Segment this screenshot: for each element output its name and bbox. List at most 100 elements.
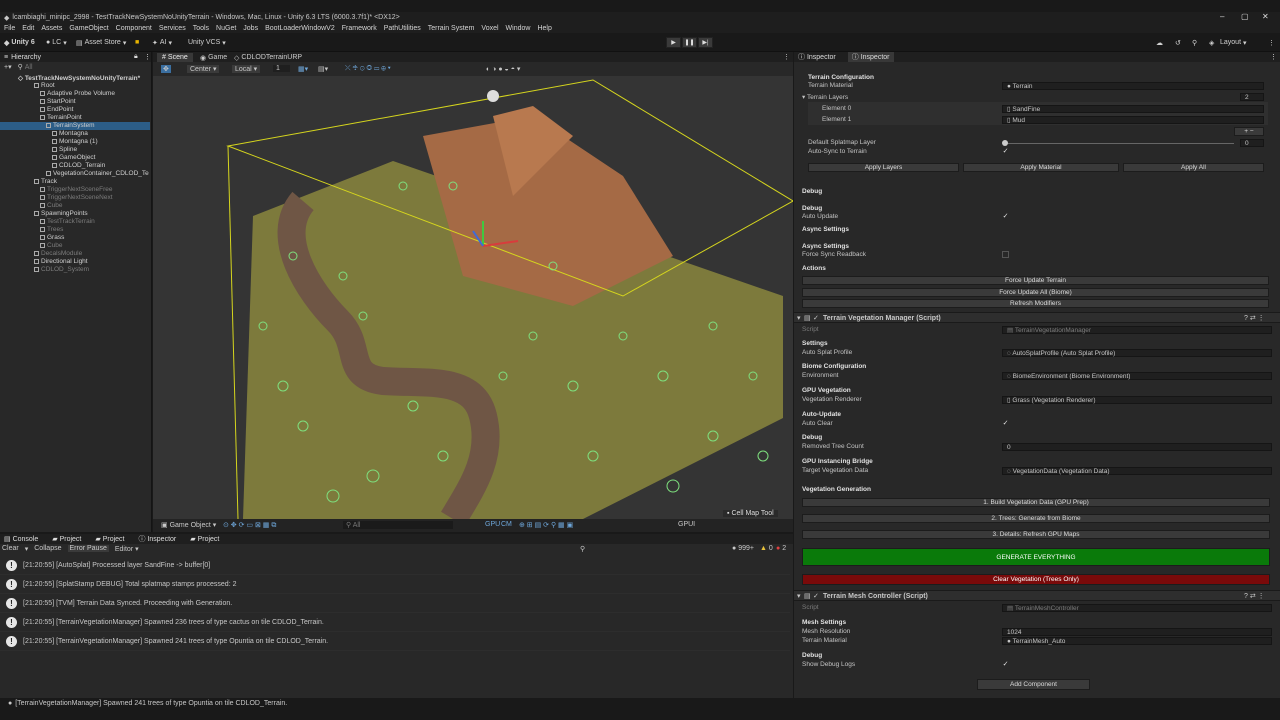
- menu-assets[interactable]: Assets: [41, 25, 62, 32]
- console-log-row[interactable]: ! [21:20:55] [TerrainVegetationManager] S…: [0, 632, 790, 651]
- tab-cdlod[interactable]: ◇ CDLODTerrainURP: [229, 53, 307, 62]
- hierarchy-item-terrainsystem[interactable]: TerrainSystem: [0, 122, 150, 130]
- history-icon[interactable]: ↺: [1175, 37, 1181, 48]
- element1-field[interactable]: ▯ Mud: [1002, 116, 1264, 124]
- component-menu-icons[interactable]: ? ⇄ ⋮: [1244, 592, 1265, 600]
- refresh-details-button[interactable]: 3. Details: Refresh GPU Maps: [802, 530, 1270, 539]
- hierarchy-item-gameobject[interactable]: GameObject: [52, 154, 96, 162]
- menu-gameobject[interactable]: GameObject: [69, 25, 108, 32]
- gizmo-icons[interactable]: ⤫ ✥ ⊙ ◎ ▭ ⊕ ▾: [345, 65, 391, 73]
- hierarchy-item-trees[interactable]: Trees: [40, 226, 63, 234]
- tab-scene[interactable]: # Scene: [157, 53, 193, 62]
- account-dropdown[interactable]: ● LC ▾: [46, 37, 67, 48]
- snap-input[interactable]: 1: [273, 65, 290, 72]
- camera-gizmo[interactable]: [487, 90, 499, 102]
- menu-terrain-system[interactable]: Terrain System: [428, 25, 475, 32]
- gpu-toggle[interactable]: GPU: [485, 521, 500, 528]
- foldout-icon[interactable]: ▾: [797, 314, 801, 322]
- menu-edit[interactable]: Edit: [22, 25, 34, 32]
- mesh-resolution-field[interactable]: 1024: [1002, 628, 1272, 636]
- info-count[interactable]: ● 999+: [732, 545, 754, 552]
- more-icon[interactable]: ⋮: [144, 53, 151, 61]
- scene-tool-icons[interactable]: ⊙ ✥ ⟳ ▭ ⊠ ▦ ⧉: [223, 521, 276, 530]
- scene-viewport[interactable]: [153, 76, 793, 519]
- menu-services[interactable]: Services: [159, 25, 186, 32]
- menu-bootloader[interactable]: BootLoaderWindowV2: [265, 25, 335, 32]
- tab-project-3[interactable]: ▰ Project: [190, 535, 219, 543]
- hand-tool-icon[interactable]: ✥: [161, 65, 171, 73]
- tab-inspector[interactable]: ⓘ Inspector: [139, 534, 177, 544]
- scene-item[interactable]: ◇ TestTrackNewSystemNoUnityTerrain*: [18, 74, 140, 82]
- overlay-dropdown[interactable]: ▣ Game Object ▾: [161, 521, 216, 529]
- force-update-terrain-button[interactable]: Force Update Terrain: [802, 276, 1269, 285]
- menu-framework[interactable]: Framework: [342, 25, 377, 32]
- auto-splat-field[interactable]: ◌ AutoSplatProfile (Auto Splat Profile): [1002, 349, 1272, 357]
- console-log-row[interactable]: ! [21:20:55] [AutoSplat] Processed layer …: [0, 556, 790, 575]
- generate-everything-button[interactable]: GENERATE EVERYTHING: [802, 548, 1270, 566]
- hierarchy-item-startpoint[interactable]: StartPoint: [40, 98, 76, 106]
- tab-project[interactable]: ▰ Project: [52, 535, 81, 543]
- snap-settings-icon[interactable]: ▤▾: [318, 65, 328, 73]
- maximize-icon[interactable]: ▢: [1241, 12, 1249, 21]
- apply-layers-button[interactable]: Apply Layers: [808, 163, 959, 172]
- generate-trees-button[interactable]: 2. Trees: Generate from Biome: [802, 514, 1270, 523]
- menu-component[interactable]: Component: [116, 25, 152, 32]
- hierarchy-item-adaptive-probe[interactable]: Adaptive Probe Volume: [40, 90, 115, 98]
- build-vegetation-button[interactable]: 1. Build Vegetation Data (GPU Prep): [802, 498, 1270, 507]
- menu-nuget[interactable]: NuGet: [216, 25, 236, 32]
- scene-search-input[interactable]: ⚲ All: [343, 521, 453, 529]
- hierarchy-item-vegetation-container[interactable]: VegetationContainer_CDLOD_Te: [46, 170, 149, 178]
- hierarchy-item-endpoint[interactable]: EndPoint: [40, 106, 73, 114]
- removed-tree-field[interactable]: 0: [1002, 443, 1272, 451]
- enable-checkbox[interactable]: ✓: [813, 314, 819, 322]
- error-count[interactable]: ● 2: [776, 545, 786, 552]
- hierarchy-tab[interactable]: ≡ Hierarchy 🔒︎ ⋮: [0, 52, 151, 62]
- editor-dropdown[interactable]: Editor ▾: [115, 545, 139, 553]
- add-icon[interactable]: +▾: [4, 63, 12, 71]
- tab-game[interactable]: ◉ Game: [195, 53, 232, 62]
- debug-tool-icons[interactable]: ⊕ ⊞ ▤ ⟳ ⚲ ▦ ▣: [519, 521, 573, 529]
- veg-renderer-field[interactable]: ▯ Grass (Vegetation Renderer): [1002, 396, 1272, 404]
- more-icon[interactable]: ⋮: [783, 53, 790, 61]
- pivot-dropdown[interactable]: Center ▾: [187, 65, 220, 73]
- hierarchy-item-grass[interactable]: Grass: [40, 234, 64, 242]
- element0-field[interactable]: ▯ SandFine: [1002, 105, 1264, 113]
- terrain-layers-count[interactable]: 2: [1240, 93, 1264, 101]
- asset-store-button[interactable]: ▤ Asset Store ▾: [76, 37, 126, 48]
- warn-count[interactable]: ▲ 0: [760, 545, 773, 552]
- target-veg-data-field[interactable]: ◌ VegetationData (Vegetation Data): [1002, 467, 1272, 475]
- auto-clear-checkbox[interactable]: ✓: [1002, 420, 1009, 427]
- hierarchy-item-cdlod-system[interactable]: CDLOD_System: [34, 266, 89, 274]
- console-log-row[interactable]: ! [21:20:55] [TerrainVegetationManager] S…: [0, 613, 790, 632]
- console-log-row[interactable]: ! [21:20:55] [TVM] Terrain Data Synced. P…: [0, 594, 790, 613]
- space-dropdown[interactable]: Local ▾: [232, 65, 261, 73]
- step-button[interactable]: ▶|: [698, 37, 713, 48]
- menu-window[interactable]: Window: [506, 25, 531, 32]
- status-message[interactable]: [TerrainVegetationManager] Spawned 241 t…: [15, 700, 287, 707]
- hierarchy-item-trigger-free[interactable]: TriggerNextSceneFree: [40, 186, 113, 194]
- hierarchy-search-input[interactable]: All: [25, 64, 33, 71]
- environment-field[interactable]: ◌ BiomeEnvironment (Biome Environment): [1002, 372, 1272, 380]
- slider-handle[interactable]: [1002, 140, 1008, 146]
- clear-dropdown-icon[interactable]: ▾: [25, 545, 29, 553]
- default-splatmap-value[interactable]: 0: [1240, 139, 1264, 147]
- play-button[interactable]: ▶: [666, 37, 681, 48]
- terrain-layers-foldout[interactable]: ▾ Terrain Layers: [802, 93, 848, 101]
- menu-help[interactable]: Help: [537, 25, 551, 32]
- auto-update-checkbox[interactable]: ✓: [1002, 213, 1009, 220]
- tab-console[interactable]: ▤ Console: [4, 535, 38, 543]
- autosync-checkbox[interactable]: ✓: [1002, 148, 1009, 155]
- hierarchy-item-spawningpoints[interactable]: SpawningPoints: [34, 210, 88, 218]
- minimize-icon[interactable]: –: [1220, 12, 1224, 21]
- show-debug-logs-checkbox[interactable]: ✓: [1002, 661, 1009, 668]
- menu-file[interactable]: File: [4, 25, 15, 32]
- terrain-material-field[interactable]: ● Terrain: [1002, 82, 1264, 90]
- menu-pathutilities[interactable]: PathUtilities: [384, 25, 421, 32]
- gpui-button[interactable]: GPUI: [678, 521, 695, 528]
- hierarchy-item-trigger-next[interactable]: TriggerNextSceneNext: [40, 194, 113, 202]
- clear-vegetation-button[interactable]: Clear Vegetation (Trees Only): [802, 574, 1270, 585]
- search-icon[interactable]: ⚲: [1192, 37, 1197, 48]
- layout-dropdown[interactable]: Layout ▾: [1214, 37, 1247, 48]
- tvm-component-header[interactable]: ▾ ▤ ✓ Terrain Vegetation Manager (Script…: [794, 312, 1280, 323]
- hierarchy-item-montagna[interactable]: Montagna: [52, 130, 88, 138]
